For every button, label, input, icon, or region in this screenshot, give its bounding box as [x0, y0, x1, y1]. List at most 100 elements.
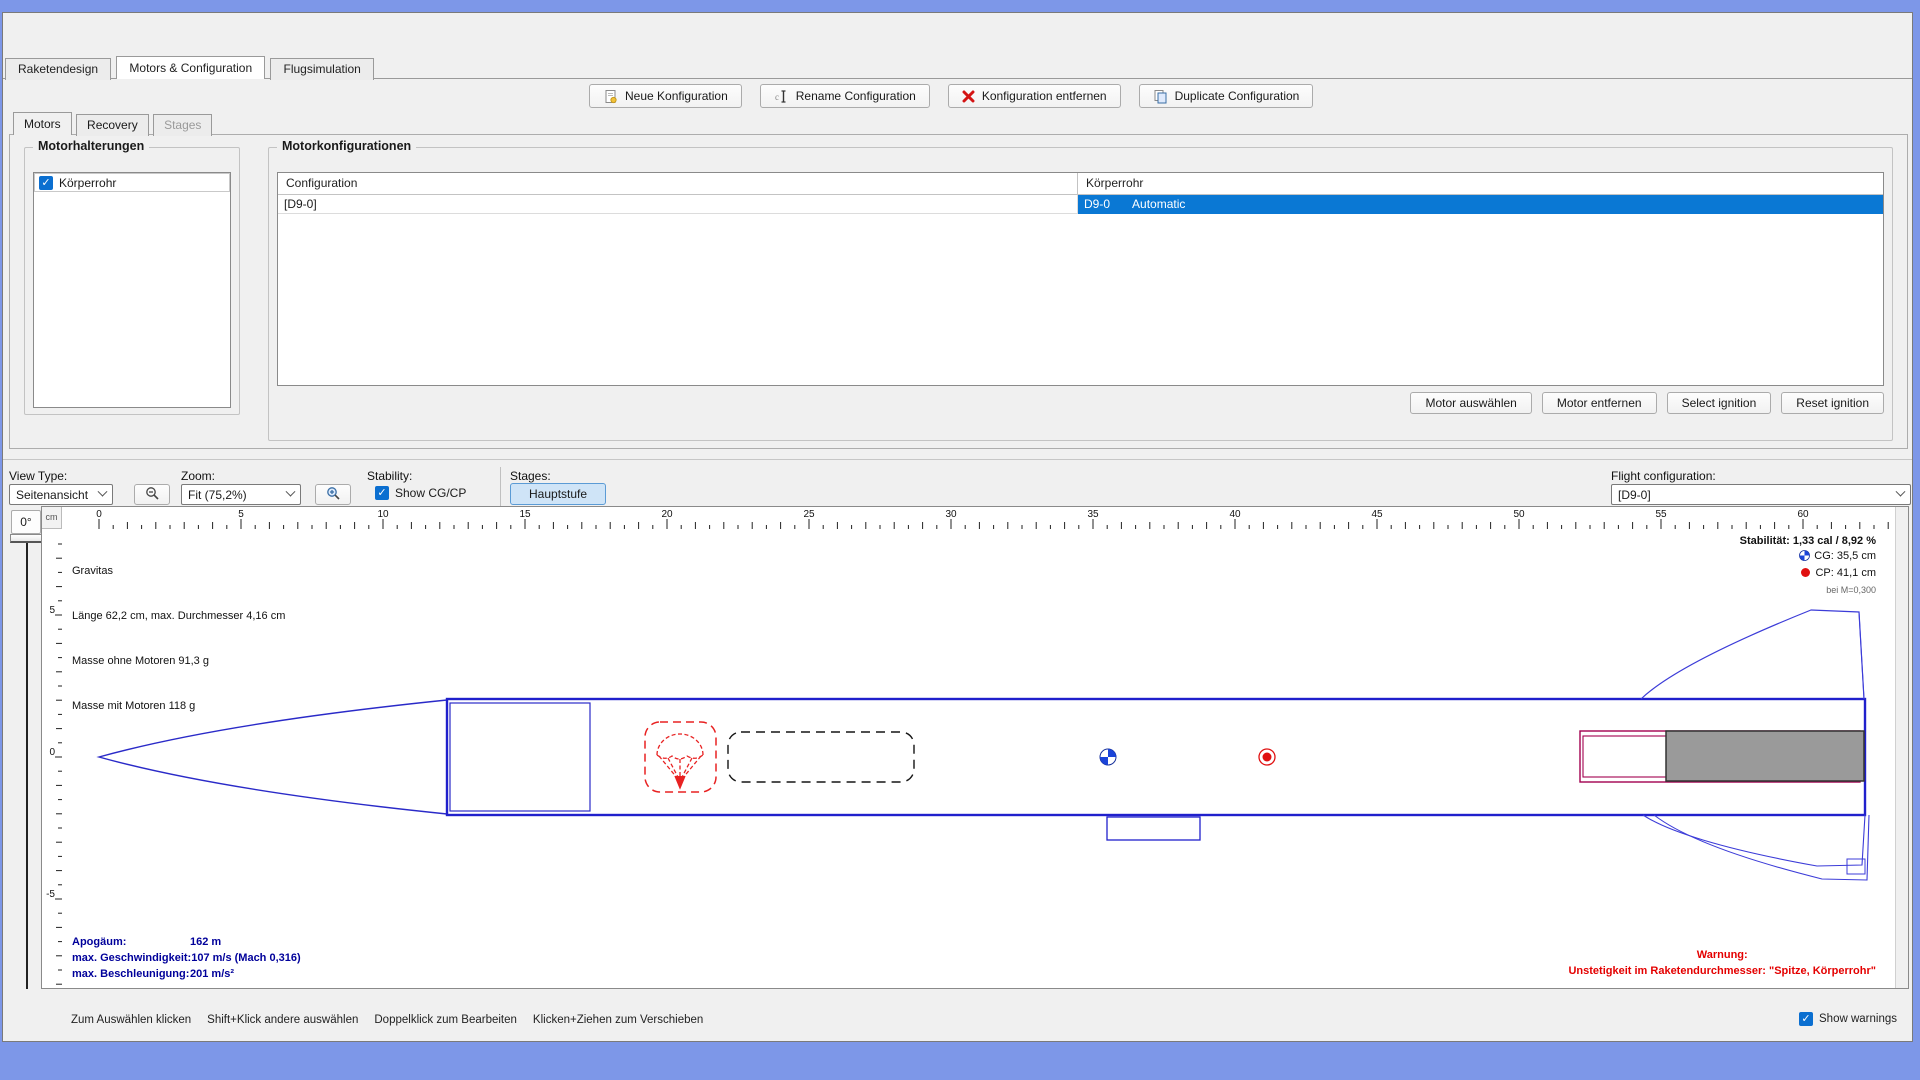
main-tab-bar: Raketendesign Motors & Configuration Flu…	[3, 56, 1912, 79]
select-motor-button[interactable]: Motor auswählen	[1410, 392, 1531, 414]
new-document-icon	[603, 89, 618, 104]
hint: Zum Auswählen klicken	[71, 1014, 191, 1026]
new-configuration-button[interactable]: Neue Konfiguration	[589, 84, 742, 108]
list-item[interactable]: ✓ Körperrohr	[34, 173, 230, 192]
svg-text:45: 45	[1371, 509, 1383, 520]
rename-cursor-icon: c	[774, 89, 789, 104]
motor-mounts-groupbox: Motorhalterungen ✓ Körperrohr	[24, 147, 240, 415]
zoom-select[interactable]: Fit (75,2%)	[181, 484, 301, 505]
show-cgcp-label: Show CG/CP	[395, 486, 466, 500]
chevron-down-icon	[1896, 487, 1906, 497]
fin-lower-2[interactable]	[1654, 815, 1869, 880]
motor-d9[interactable]	[1666, 731, 1864, 781]
flight-configuration-select[interactable]: [D9-0]	[1611, 484, 1911, 505]
rename-configuration-label: Rename Configuration	[796, 89, 916, 103]
zoom-in-button[interactable]	[315, 484, 351, 505]
svg-text:35: 35	[1087, 509, 1099, 520]
configuration-toolbar: Neue Konfiguration c Rename Configuratio…	[589, 84, 1313, 110]
rename-configuration-button[interactable]: c Rename Configuration	[760, 84, 930, 108]
rocket-length: Länge 62,2 cm, max. Durchmesser 4,16 cm	[72, 609, 285, 624]
column-koerperrohr[interactable]: Körperrohr	[1078, 173, 1151, 194]
chevron-down-icon	[98, 487, 108, 497]
subtab-recovery[interactable]: Recovery	[76, 114, 149, 136]
stability-value: Stabilität: 1,33 cal / 8,92 %	[1740, 534, 1876, 549]
hint: Klicken+Ziehen zum Verschieben	[533, 1014, 703, 1026]
checkbox-checked-icon: ✓	[1799, 1012, 1813, 1026]
motor-mounts-list: ✓ Körperrohr	[33, 172, 231, 408]
stages-label: Stages:	[510, 469, 551, 483]
warning-block: Warnung: Unstetigkeit im Raketendurchmes…	[1568, 947, 1876, 979]
rocket-info-block: Gravitas Länge 62,2 cm, max. Durchmesser…	[72, 534, 285, 744]
cp-icon	[1800, 567, 1811, 583]
warning-title: Warnung:	[1568, 947, 1876, 963]
shock-cord-outline[interactable]	[728, 732, 914, 782]
duplicate-pages-icon	[1153, 89, 1168, 104]
svg-text:0: 0	[96, 509, 102, 520]
rocket-side-view[interactable]	[62, 529, 1896, 990]
vertical-scrollbar[interactable]	[1895, 507, 1908, 988]
view-type-select[interactable]: Seitenansicht	[9, 484, 113, 505]
rocket-drawing-panel: cm 051015202530354045505560 50-5	[41, 506, 1909, 989]
rotation-slider-track[interactable]	[26, 543, 28, 989]
svg-text:-5: -5	[46, 889, 55, 900]
tab-flugsimulation[interactable]: Flugsimulation	[270, 58, 373, 80]
subtab-motors[interactable]: Motors	[13, 112, 72, 135]
svg-text:15: 15	[519, 509, 531, 520]
stability-mach: bei M=0,300	[1740, 583, 1876, 598]
stability-label: Stability:	[367, 469, 412, 483]
show-cgcp-checkbox[interactable]: ✓ Show CG/CP	[375, 486, 466, 500]
motors-tab-content: Motorhalterungen ✓ Körperrohr Motorkonfi…	[9, 134, 1908, 449]
rocket-name: Gravitas	[72, 564, 285, 579]
svg-text:10: 10	[377, 509, 389, 520]
remove-configuration-button[interactable]: Konfiguration entfernen	[948, 84, 1121, 108]
parachute-icon[interactable]	[657, 734, 703, 788]
reset-ignition-button[interactable]: Reset ignition	[1781, 392, 1884, 414]
remove-motor-button[interactable]: Motor entfernen	[1542, 392, 1657, 414]
flight-data-block: Apogäum:162 m max. Geschwindigkeit:107 m…	[72, 934, 301, 982]
cg-icon	[1799, 550, 1810, 566]
tab-motors-configuration[interactable]: Motors & Configuration	[116, 56, 265, 79]
motor-mounts-title: Motorhalterungen	[33, 139, 149, 153]
rocket-mass-no-motors: Masse ohne Motoren 91,3 g	[72, 654, 285, 669]
acceleration-value: 201 m/s²	[190, 966, 234, 982]
svg-text:25: 25	[803, 509, 815, 520]
duplicate-configuration-button[interactable]: Duplicate Configuration	[1139, 84, 1314, 108]
show-warnings-checkbox[interactable]: ✓ Show warnings	[1799, 1012, 1897, 1026]
motor-designation: D9-0	[1084, 197, 1110, 211]
app-window: Raketendesign Motors & Configuration Flu…	[2, 12, 1913, 1042]
motor-ignition: Automatic	[1132, 197, 1185, 211]
view-type-value: Seitenansicht	[16, 488, 88, 502]
svg-text:c: c	[775, 92, 779, 102]
cell-motor[interactable]: D9-0 Automatic	[1078, 195, 1883, 214]
checkbox-checked-icon: ✓	[375, 486, 389, 500]
svg-text:40: 40	[1229, 509, 1241, 520]
select-ignition-button[interactable]: Select ignition	[1667, 392, 1772, 414]
velocity-value: 107 m/s (Mach 0,316)	[191, 950, 300, 966]
fin-top[interactable]	[1641, 610, 1864, 699]
tab-raketendesign[interactable]: Raketendesign	[5, 58, 111, 80]
new-configuration-label: Neue Konfiguration	[625, 89, 728, 103]
split-divider[interactable]	[3, 459, 1912, 460]
fin-lower-1[interactable]	[1643, 815, 1865, 866]
hint-texts: Zum Auswählen klicken Shift+Klick andere…	[71, 1014, 703, 1026]
svg-text:30: 30	[945, 509, 957, 520]
cell-configuration[interactable]: [D9-0]	[278, 195, 1078, 214]
acceleration-label: max. Beschleunigung:	[72, 966, 190, 982]
rocket-canvas[interactable]: Gravitas Länge 62,2 cm, max. Durchmesser…	[62, 529, 1896, 990]
cg-value: CG: 35,5 cm	[1814, 550, 1876, 562]
zoom-out-button[interactable]	[134, 484, 170, 505]
cp-value: CP: 41,1 cm	[1815, 567, 1876, 579]
launch-lug[interactable]	[1107, 817, 1200, 840]
duplicate-configuration-label: Duplicate Configuration	[1175, 89, 1300, 103]
svg-text:5: 5	[49, 605, 55, 616]
rotation-slider-thumb[interactable]	[10, 534, 44, 543]
svg-text:55: 55	[1655, 509, 1667, 520]
motor-config-table: Configuration Körperrohr [D9-0] D9-0 Auto…	[277, 172, 1884, 386]
warning-text: Unstetigkeit im Raketendurchmesser: "Spi…	[1568, 963, 1876, 979]
column-configuration[interactable]: Configuration	[278, 173, 1078, 194]
apogee-label: Apogäum:	[72, 934, 190, 950]
mount-checkbox[interactable]: ✓	[39, 176, 53, 190]
nose-shoulder[interactable]	[450, 703, 590, 811]
table-row[interactable]: [D9-0] D9-0 Automatic	[278, 195, 1883, 214]
stage-hauptstufe-toggle[interactable]: Hauptstufe	[510, 483, 606, 505]
